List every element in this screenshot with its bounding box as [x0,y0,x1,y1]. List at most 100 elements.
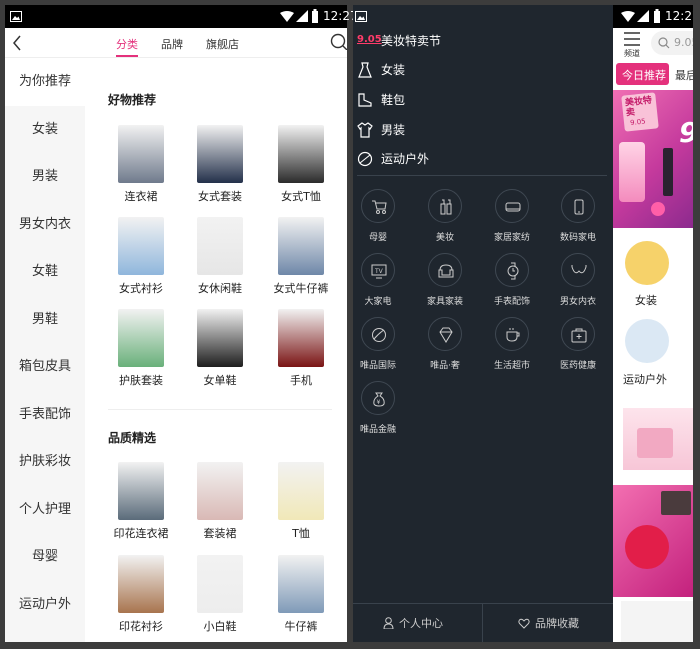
tab-brand[interactable]: 品牌 [161,36,183,52]
money-bag-icon: ¥ [373,392,385,407]
divider [108,409,332,410]
category-item[interactable]: 手表配饰 [477,253,547,307]
product-item[interactable]: 牛仔裤 [261,555,341,634]
sidebar-item-recommend-label[interactable]: 为你推荐 [5,58,85,106]
category-item[interactable]: 母婴 [353,189,413,243]
product-item[interactable]: 小白鞋 [180,555,260,634]
category-item[interactable]: 家具家装 [410,253,480,307]
category-item[interactable]: 家居家纺 [477,189,547,243]
cat-women-label[interactable]: 女装 [635,292,657,308]
category-item[interactable]: 美妆 [410,189,480,243]
category-label: 唯品金融 [359,425,396,435]
product-item[interactable]: 套装裙 [180,462,260,541]
denim-shorts-image [278,555,324,613]
active-tab-indicator [116,55,138,57]
sidebar-item[interactable]: 箱包皮具 [5,343,85,391]
category-icon-circle: TV [361,253,395,287]
product-item[interactable]: 女式套装 [180,125,260,204]
category-item[interactable]: 唯品·奢 [410,317,480,371]
product-item[interactable]: T恤 [261,462,341,541]
bag-banner[interactable] [623,408,693,470]
search-box[interactable]: 9.05 [651,31,693,55]
home-screen: 12:27 频道 9.05 今日推荐 最后 美妆特卖 9.05 9 女装 运动户… [613,5,693,642]
cosmetics-banner[interactable] [613,485,693,597]
category-icon-circle [428,189,462,223]
cat-sports-image[interactable] [625,319,669,363]
sidebar-item[interactable]: 男鞋 [5,296,85,344]
category-icon-circle: ¥ [361,381,395,415]
product-item[interactable]: 护肤套装 [101,309,181,388]
tab-label: 今日推荐 [622,69,666,82]
sidebar-item[interactable]: 个人护理 [5,486,85,534]
dress-image [118,125,164,183]
sidebar-item[interactable]: 男装 [5,153,85,201]
cat-women-image[interactable] [625,241,669,285]
product-item[interactable]: 女休闲鞋 [180,217,260,296]
sidebar-item[interactable]: 手表配饰 [5,391,85,439]
product-item[interactable]: 印花连衣裙 [101,462,181,541]
product-label: 女休闲鞋 [198,282,242,295]
sidebar-item[interactable]: 女鞋 [5,248,85,296]
tshirt-image [278,125,324,183]
product-item[interactable]: 印花衬衫 [101,555,181,634]
category-item[interactable]: 数码家电 [543,189,613,243]
product-item[interactable]: 手机 [261,309,341,388]
tab-last[interactable]: 最后 [675,67,693,83]
category-item[interactable]: 生活超市 [477,317,547,371]
cat-sports-label[interactable]: 运动户外 [623,371,667,387]
search-icon[interactable] [330,33,347,50]
wifi-icon [621,11,635,22]
white-shoe-image [197,555,243,613]
tab-category[interactable]: 分类 [116,36,138,52]
product-label: 牛仔裤 [284,620,318,633]
product-item[interactable]: 连衣裙 [101,125,181,204]
category-item[interactable]: 医药健康 [543,317,613,371]
category-label: 手表配饰 [493,297,530,307]
menu-item-label: 女装 [381,63,406,77]
category-icon-circle [495,317,529,351]
drawer-footer: 个人中心 品牌收藏 [353,603,613,642]
sidebar-item[interactable]: 母婴 [5,533,85,581]
product-item[interactable]: 女式衬衫 [101,217,181,296]
promo-banner[interactable]: 美妆特卖 9.05 9 [613,90,693,228]
category-item[interactable]: 唯品国际 [353,317,413,371]
skincare-image [118,309,164,367]
menu-item-label: 运动户外 [381,152,430,166]
armchair-icon [438,264,454,278]
loafer-image [197,309,243,367]
category-screen: 分类 品牌 旗舰店 为你推荐 女装 男装 男女内衣 女鞋 男鞋 箱包皮具 手表配… [5,28,347,642]
shirt-icon [357,122,373,138]
product-card[interactable] [621,601,693,642]
phone-icon [574,199,584,215]
cream-jar-image [625,525,669,569]
tank-top-image [278,462,324,520]
category-item[interactable]: ¥ 唯品金融 [353,381,413,435]
product-label: 印花衬衫 [119,620,163,633]
wifi-icon [280,11,294,22]
product-label: 手机 [290,374,312,387]
category-item[interactable]: TV 大家电 [353,253,413,307]
back-arrow-icon[interactable] [12,35,22,51]
gallery-notification-icon [355,11,367,22]
profile-button[interactable]: 个人中心 [353,604,483,642]
tab-today[interactable]: 今日推荐 [616,63,669,85]
sidebar-item[interactable]: 运动户外 [5,581,85,629]
sidebar-item[interactable]: 男女内衣 [5,201,85,249]
channel-label[interactable]: 频道 [624,48,640,59]
battery-icon [312,9,318,23]
product-label: 女式T恤 [281,190,321,203]
brand-favorites-button[interactable]: 品牌收藏 [483,604,613,642]
product-item[interactable]: 女式T恤 [261,125,341,204]
tab-flagship[interactable]: 旗舰店 [206,36,239,52]
product-item[interactable]: 女单鞋 [180,309,260,388]
sidebar-item[interactable]: 女装 [5,106,85,154]
phone-image [278,309,324,367]
category-item[interactable]: 男女内衣 [543,253,613,307]
product-bottle [619,142,645,202]
product-label: 连衣裙 [124,190,158,203]
category-label: 男女内衣 [559,297,596,307]
print-dress-image [118,462,164,520]
menu-icon[interactable] [624,32,640,46]
product-item[interactable]: 女式牛仔裤 [261,217,341,296]
sidebar-item[interactable]: 护肤彩妆 [5,438,85,486]
